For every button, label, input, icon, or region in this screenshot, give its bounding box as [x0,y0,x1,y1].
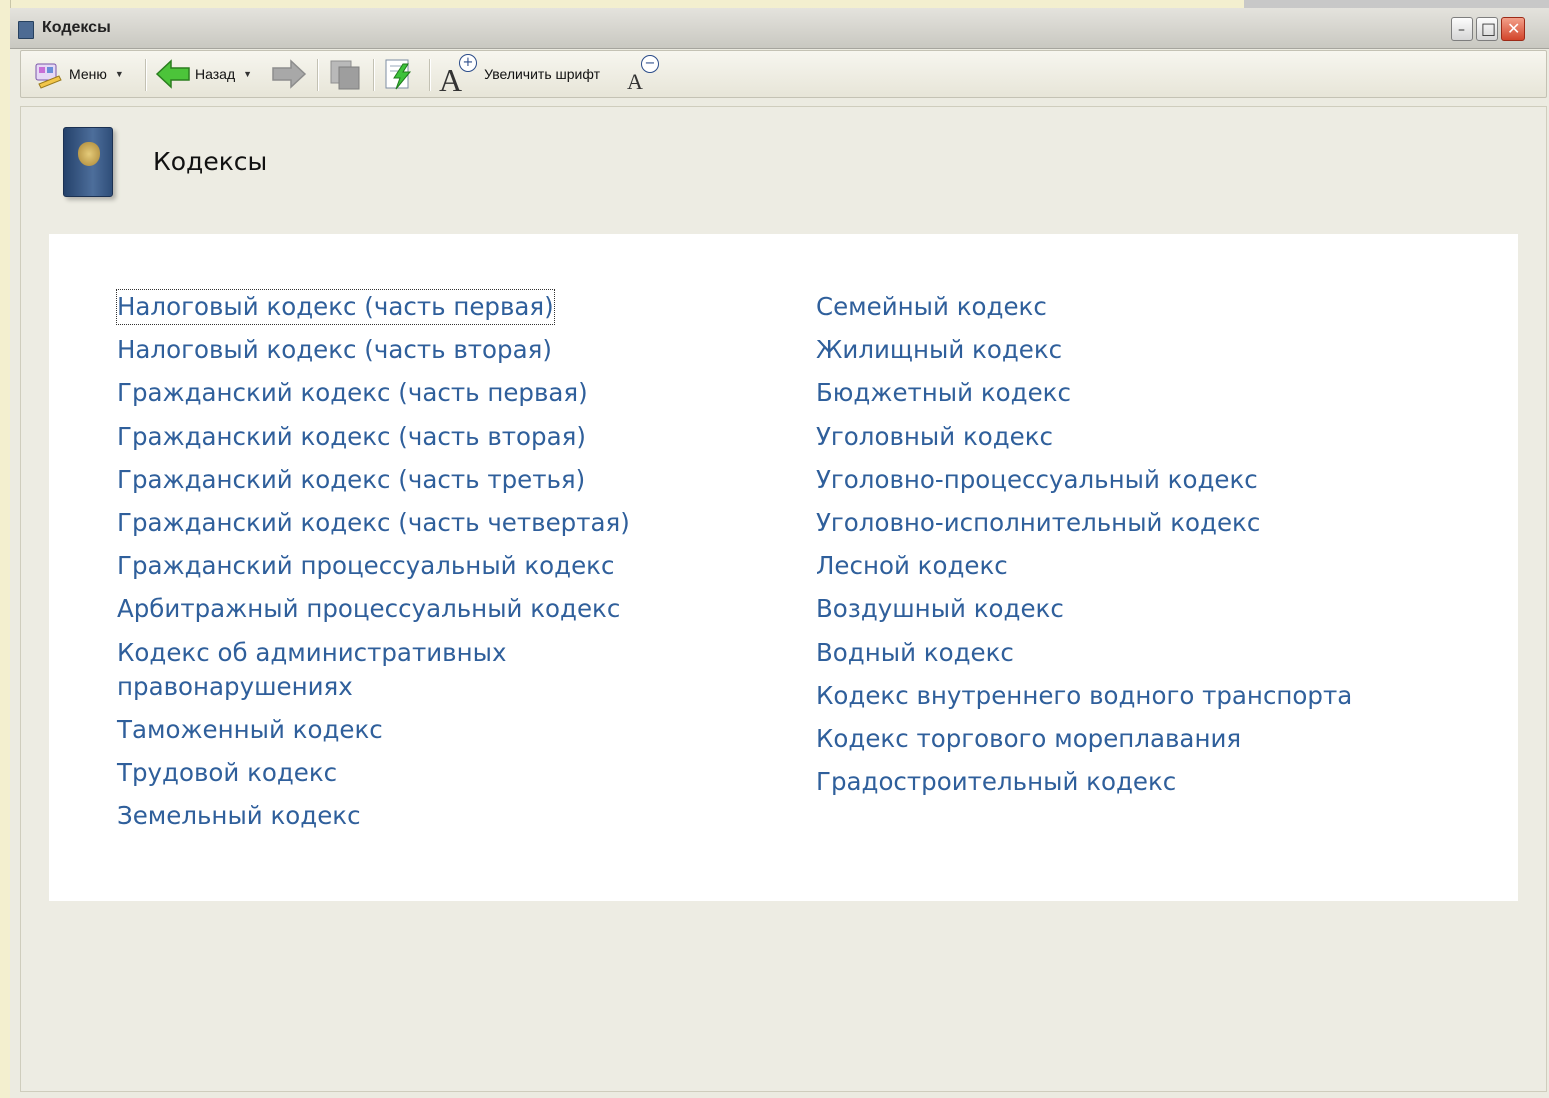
document-lightning-icon [385,59,412,90]
increase-font-label: Увеличить шрифт [484,66,600,82]
toolbar-separator [373,59,375,91]
top-strip [0,0,1549,8]
book-cover [63,127,113,197]
codes-left-column: Налоговый кодекс (часть первая) Налоговы… [116,289,677,842]
code-link[interactable]: Гражданский кодекс (часть третья) [117,463,677,497]
menu-label: Меню [69,66,107,82]
increase-font-icon: A + [439,54,477,98]
code-link[interactable]: Гражданский процессуальный кодекс [117,549,677,583]
minimize-icon: – [1458,22,1465,38]
code-link[interactable]: Кодекс торгового мореплавания [816,722,1476,756]
app-window: Кодексы – □ ✕ Меню ▼ Назад ▼ A + Увеличи… [10,8,1549,1098]
code-link[interactable]: Уголовно-процессуальный кодекс [816,463,1476,497]
code-link[interactable]: Гражданский кодекс (часть первая) [117,376,677,410]
title-bar[interactable]: Кодексы – □ ✕ [10,8,1549,49]
forward-button[interactable] [271,51,307,97]
font-glyph: A [439,62,463,98]
codes-panel: Налоговый кодекс (часть первая) Налоговы… [49,234,1518,901]
toolbar: Меню ▼ Назад ▼ A + Увеличить шрифт A − [20,50,1547,98]
code-link[interactable]: Кодекс внутреннего водного транспорта [816,679,1476,713]
codes-book-icon [63,127,115,197]
content-area: Кодексы Налоговый кодекс (часть первая) … [20,106,1547,1092]
code-link[interactable]: Жилищный кодекс [816,333,1476,367]
code-link[interactable]: Воздушный кодекс [816,592,1476,626]
code-link[interactable]: Уголовно-исполнительный кодекс [816,506,1476,540]
copy-icon [330,60,360,90]
code-link[interactable]: Гражданский кодекс (часть вторая) [117,420,677,454]
plus-circle-icon: + [459,54,477,72]
code-link[interactable]: Кодекс об административных правонарушени… [117,636,547,704]
code-link[interactable]: Бюджетный кодекс [816,376,1476,410]
toolbar-separator [317,59,319,91]
code-link[interactable]: Лесной кодекс [816,549,1476,583]
increase-font-button[interactable]: A + Увеличить шрифт [439,51,600,97]
emblem [78,142,100,166]
code-link[interactable]: Семейный кодекс [816,290,1476,324]
decrease-font-icon: A − [627,55,659,94]
window-title: Кодексы [42,19,111,36]
toolbar-separator [429,59,431,91]
decrease-font-button[interactable]: A − [627,51,659,97]
toolbar-separator [145,59,147,91]
back-arrow-icon [155,59,190,89]
code-link[interactable]: Таможенный кодекс [117,713,677,747]
menu-dropdown-icon: ▼ [114,69,124,79]
close-icon: ✕ [1507,19,1521,38]
maximize-button[interactable]: □ [1476,17,1498,41]
quick-edit-button[interactable] [381,51,417,97]
back-button[interactable]: Назад ▼ [155,51,252,97]
code-link[interactable]: Арбитражный процессуальный кодекс [117,592,677,626]
back-label: Назад [195,66,236,82]
code-link[interactable]: Градостроительный кодекс [816,765,1476,799]
code-link[interactable]: Налоговый кодекс (часть первая) [116,289,555,325]
code-link[interactable]: Уголовный кодекс [816,420,1476,454]
page-title: Кодексы [153,147,268,176]
font-glyph: A [627,69,643,94]
maximize-icon: □ [1481,19,1497,38]
menu-icon [35,63,62,89]
code-link[interactable]: Трудовой кодекс [117,756,677,790]
code-link[interactable]: Водный кодекс [816,636,1476,670]
back-dropdown-icon: ▼ [243,69,253,79]
code-link[interactable]: Земельный кодекс [117,799,677,833]
codes-right-column: Семейный кодекс Жилищный кодекс Бюджетны… [816,290,1476,808]
code-link[interactable]: Налоговый кодекс (часть вторая) [117,333,677,367]
minimize-button[interactable]: – [1451,17,1473,41]
code-link[interactable]: Гражданский кодекс (часть четвертая) [117,506,677,540]
minus-circle-icon: − [641,55,659,73]
book-icon [18,21,34,39]
close-button[interactable]: ✕ [1501,17,1525,41]
top-strip-grey [1244,0,1549,8]
copy-button[interactable] [327,51,363,97]
forward-arrow-icon [272,59,307,89]
menu-button[interactable]: Меню ▼ [33,51,124,97]
